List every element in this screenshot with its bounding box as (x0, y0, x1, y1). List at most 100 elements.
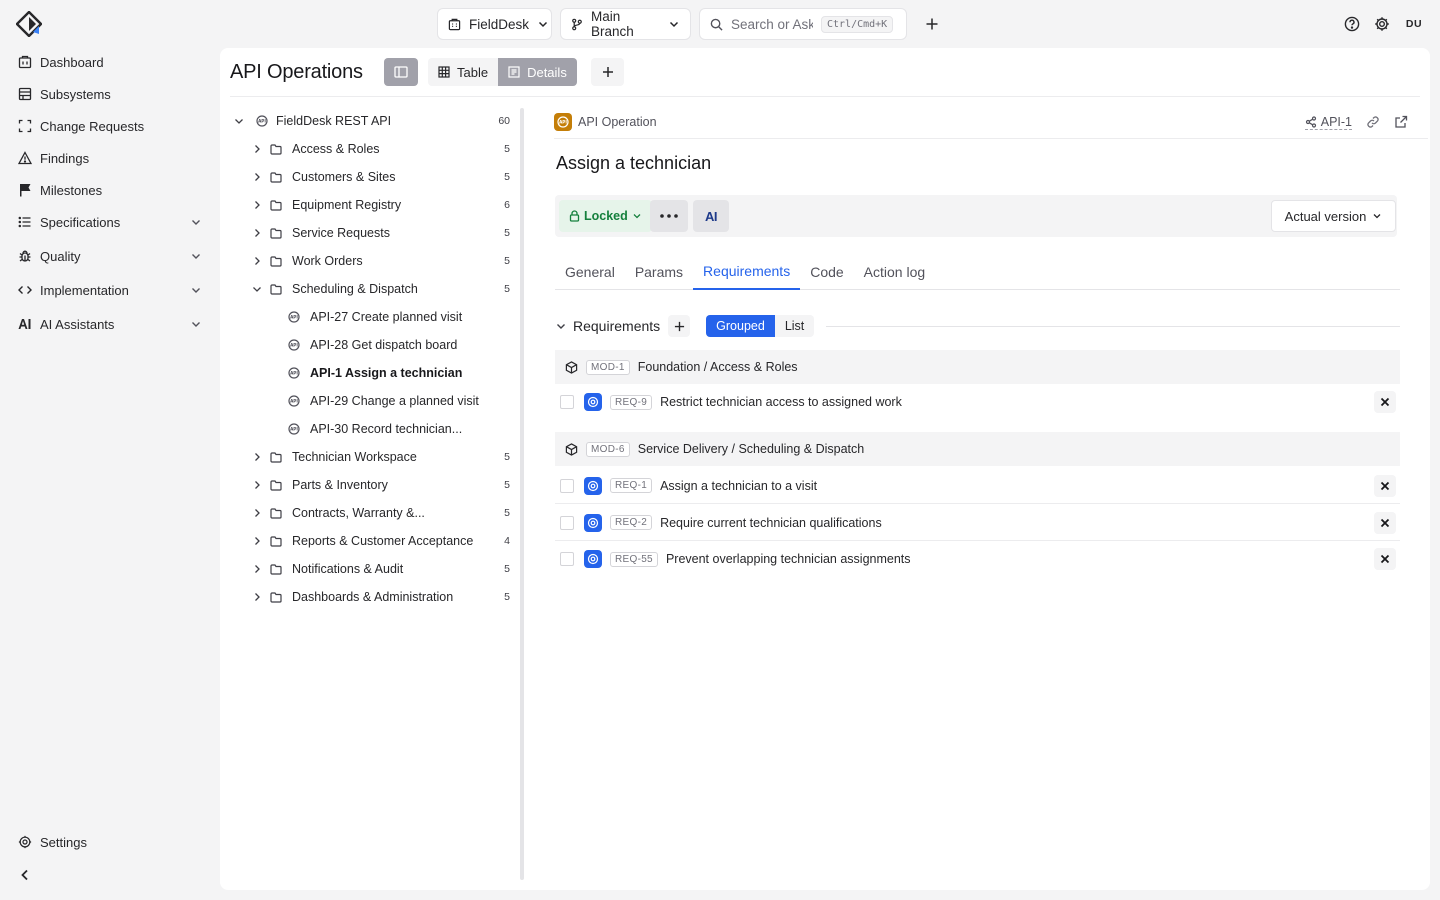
sidebar-item-label: Findings (40, 150, 90, 166)
more-actions-button[interactable] (650, 200, 688, 232)
requirement-group[interactable]: MOD-6 Service Delivery / Scheduling & Di… (555, 432, 1400, 466)
share-id-link[interactable]: API-1 (1304, 115, 1352, 130)
chevron-right-icon[interactable] (250, 452, 264, 462)
chevron-down-icon (668, 18, 680, 30)
chevron-down-icon[interactable] (555, 320, 567, 332)
sidebar-item-milestones[interactable]: Milestones (12, 176, 210, 204)
sidebar-item-implementation[interactable]: Implementation (12, 276, 210, 304)
tree-operation[interactable]: API API-30 Record technician... (232, 416, 510, 442)
tab-code[interactable]: Code (800, 254, 853, 290)
sidebar-item-settings[interactable]: Settings (12, 828, 210, 856)
tree-folder[interactable]: Customers & Sites 5 (232, 164, 510, 190)
sidebar-item-ai-assistants[interactable]: AI Assistants (12, 310, 210, 338)
lock-status-button[interactable]: Locked (559, 200, 652, 232)
close-icon (1380, 397, 1390, 407)
sidebar-item-dashboard[interactable]: Dashboard (12, 48, 210, 76)
branch-name: Main Branch (591, 9, 634, 39)
chevron-right-icon[interactable] (250, 536, 264, 546)
chevron-right-icon[interactable] (250, 200, 264, 210)
add-requirement-button[interactable] (668, 315, 691, 337)
app-logo[interactable] (16, 11, 42, 37)
link-icon[interactable] (1366, 115, 1380, 129)
add-view-button[interactable] (591, 58, 624, 86)
folder-icon (270, 171, 282, 183)
remove-requirement-button[interactable] (1374, 511, 1396, 534)
chevron-right-icon[interactable] (250, 228, 264, 238)
tree-folder[interactable]: Work Orders 5 (232, 248, 510, 274)
tree-folder[interactable]: Access & Roles 5 (232, 136, 510, 162)
requirement-title[interactable]: Assign a technician to a visit (660, 479, 1374, 493)
collapse-sidebar-button[interactable] (12, 861, 40, 889)
tab-action-log[interactable]: Action log (854, 254, 935, 290)
user-avatar[interactable]: DU (1401, 12, 1427, 36)
requirement-title[interactable]: Prevent overlapping technician assignmen… (666, 552, 1374, 566)
view-tab-details[interactable]: Details (498, 58, 577, 86)
chevron-right-icon[interactable] (250, 480, 264, 490)
flag-icon (18, 183, 32, 197)
chevron-right-icon[interactable] (250, 144, 264, 154)
mode-list[interactable]: List (775, 315, 814, 337)
chevron-right-icon[interactable] (250, 172, 264, 182)
sidebar-item-quality[interactable]: Quality (12, 242, 210, 270)
tree-operation[interactable]: API API-27 Create planned visit (232, 304, 510, 330)
tree-folder[interactable]: Technician Workspace 5 (232, 444, 510, 470)
chevron-down-icon[interactable] (250, 284, 264, 294)
tree-operation[interactable]: API API-29 Change a planned visit (232, 388, 510, 414)
tree-folder[interactable]: Equipment Registry 6 (232, 192, 510, 218)
view-tab-table[interactable]: Table (428, 58, 498, 86)
requirement-checkbox[interactable] (560, 515, 574, 530)
tree-folder[interactable]: Reports & Customer Acceptance 4 (232, 528, 510, 554)
settings-button[interactable] (1370, 12, 1394, 36)
tab-requirements[interactable]: Requirements (693, 254, 801, 290)
open-external-icon[interactable] (1394, 115, 1408, 129)
requirement-checkbox[interactable] (560, 395, 574, 409)
chevron-down-icon[interactable] (232, 116, 246, 126)
remove-requirement-button[interactable] (1374, 474, 1396, 497)
tree-folder-expanded[interactable]: Scheduling & Dispatch 5 (232, 276, 510, 302)
tree-folder[interactable]: Contracts, Warranty &... 5 (232, 500, 510, 526)
remove-requirement-button[interactable] (1374, 391, 1396, 413)
sidebar-item-specifications[interactable]: Specifications (12, 208, 210, 236)
tree-operation-selected[interactable]: API API-1 Assign a technician (232, 360, 510, 386)
requirement-title[interactable]: Require current technician qualification… (660, 516, 1374, 530)
toggle-tree-panel-button[interactable] (384, 58, 418, 86)
sidebar-item-label: Subsystems (40, 86, 111, 102)
sidebar-item-label: Implementation (40, 282, 129, 298)
project-switcher[interactable]: FieldDesk (437, 8, 552, 40)
sidebar-item-change-requests[interactable]: Change Requests (12, 112, 210, 140)
help-button[interactable] (1340, 12, 1364, 36)
search-input[interactable] (731, 16, 813, 32)
tree-folder[interactable]: Notifications & Audit 5 (232, 556, 510, 582)
sidebar-item-label: Dashboard (40, 54, 104, 70)
tree-count: 5 (504, 591, 510, 603)
tree-folder[interactable]: Parts & Inventory 5 (232, 472, 510, 498)
requirement-checkbox[interactable] (560, 478, 574, 493)
tree-operation[interactable]: API API-28 Get dispatch board (232, 332, 510, 358)
tree-root[interactable]: API FieldDesk REST API 60 (232, 108, 510, 134)
branch-switcher[interactable]: Main Branch (560, 8, 691, 40)
tree-folder[interactable]: Service Requests 5 (232, 220, 510, 246)
chevron-right-icon[interactable] (250, 592, 264, 602)
global-search[interactable]: Ctrl/Cmd+K (699, 8, 907, 40)
sidebar-item-findings[interactable]: Findings (12, 144, 210, 172)
create-button[interactable] (920, 12, 944, 36)
svg-text:API: API (290, 371, 298, 376)
tab-params[interactable]: Params (625, 254, 693, 290)
tree-folder[interactable]: Dashboards & Administration 5 (232, 584, 510, 610)
remove-requirement-button[interactable] (1374, 548, 1396, 570)
panel-resize-handle[interactable] (520, 108, 524, 880)
sidebar-item-subsystems[interactable]: Subsystems (12, 80, 210, 108)
tree-label: Reports & Customer Acceptance (292, 534, 474, 548)
ai-assist-button[interactable]: AI (693, 200, 729, 232)
api-icon: API (256, 115, 268, 127)
requirement-title[interactable]: Restrict technician access to assigned w… (660, 395, 1374, 409)
requirement-group[interactable]: MOD-1 Foundation / Access & Roles (555, 350, 1400, 384)
chevron-right-icon[interactable] (250, 256, 264, 266)
requirement-row: REQ-55 Prevent overlapping technician as… (555, 541, 1400, 577)
tab-general[interactable]: General (555, 254, 625, 290)
version-select[interactable]: Actual version (1271, 200, 1396, 232)
chevron-right-icon[interactable] (250, 508, 264, 518)
chevron-right-icon[interactable] (250, 564, 264, 574)
requirement-checkbox[interactable] (560, 552, 574, 566)
mode-grouped[interactable]: Grouped (706, 315, 775, 337)
